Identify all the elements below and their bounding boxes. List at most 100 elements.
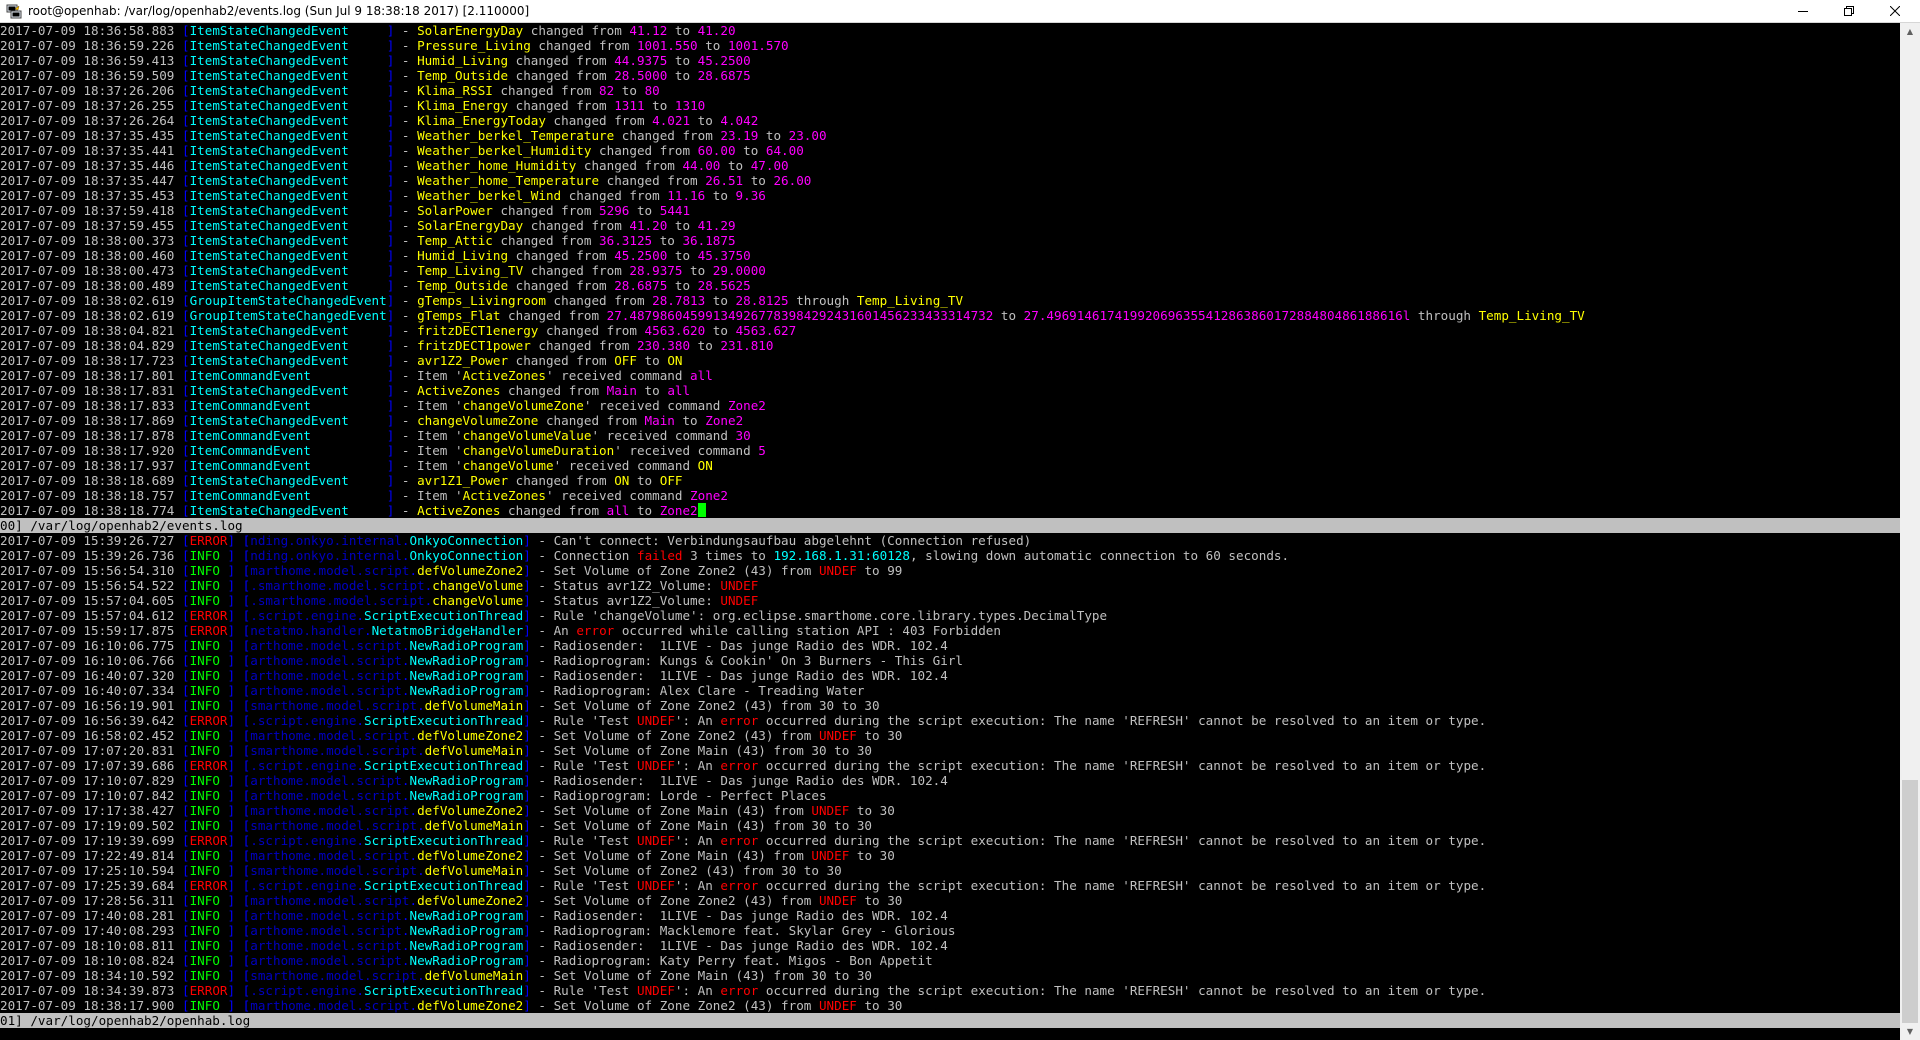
log-segment: 2017-07-09 17:19:09.502: [0, 818, 182, 833]
log-segment: 2017-07-09 18:34:39.873: [0, 983, 182, 998]
log-segment: .: [409, 893, 418, 908]
log-segment: ItemStateChangedEvent: [189, 233, 387, 248]
log-segment: UNDEF: [636, 833, 675, 848]
events-log-line: 2017-07-09 18:36:59.413 [ItemStateChange…: [0, 53, 1900, 68]
log-segment: - Set Volume of Zone Main (43) from 30 t…: [538, 743, 873, 758]
log-segment: changed from: [508, 278, 615, 293]
log-segment: 2017-07-09 17:17:38.427: [0, 803, 182, 818]
openhab-log-line: 2017-07-09 16:40:07.320 [INFO ] [arthome…: [0, 668, 1900, 683]
log-segment: to: [629, 203, 660, 218]
log-segment: ]: [523, 893, 539, 908]
log-segment: - Set Volume of Zone Main (43) from 30 t…: [538, 968, 873, 983]
log-segment: .: [401, 548, 410, 563]
log-segment: Temp_Living_TV: [856, 293, 964, 308]
log-segment: INFO: [189, 848, 228, 863]
log-segment: 28.9375: [629, 263, 683, 278]
log-segment: ]: [386, 53, 402, 68]
log-segment: Weather_berkel_Wind: [417, 188, 562, 203]
log-segment: ]: [386, 398, 402, 413]
log-segment: .: [356, 713, 364, 728]
log-segment: - Item ': [401, 428, 463, 443]
log-segment: - Rule 'Test: [538, 833, 637, 848]
log-segment: ERROR: [189, 713, 228, 728]
log-segment: [: [181, 803, 190, 818]
log-segment: ERROR: [189, 623, 228, 638]
openhab-log-line: 2017-07-09 16:58:02.452 [INFO ] [marthom…: [0, 728, 1900, 743]
log-segment: defVolumeZone2: [417, 563, 524, 578]
log-segment: ItemStateChangedEvent: [189, 128, 387, 143]
events-log-line: 2017-07-09 18:38:02.619 [GroupItemStateC…: [0, 308, 1900, 323]
vertical-scrollbar[interactable]: ▲ ▼: [1900, 23, 1920, 1040]
restore-button[interactable]: [1826, 0, 1872, 22]
scrollbar-thumb[interactable]: [1902, 780, 1918, 1023]
scroll-up-arrow-icon[interactable]: ▲: [1900, 23, 1920, 40]
log-segment: INFO: [189, 938, 228, 953]
log-segment: error: [720, 758, 759, 773]
minimize-button[interactable]: [1780, 0, 1826, 22]
log-segment: ScriptExecutionThread: [364, 713, 524, 728]
log-segment: .script.engine: [250, 983, 357, 998]
log-segment: 60.00: [697, 143, 736, 158]
log-segment: ]: [386, 428, 402, 443]
events-log-line: 2017-07-09 18:38:04.829 [ItemStateChange…: [0, 338, 1900, 353]
log-segment: defVolumeZone2: [417, 893, 524, 908]
log-segment: to: [614, 83, 645, 98]
log-segment: 2017-07-09 15:39:26.736: [0, 548, 182, 563]
log-segment: [: [181, 743, 190, 758]
log-segment: [: [181, 758, 190, 773]
log-segment: INFO: [189, 728, 228, 743]
log-segment: changed from: [576, 158, 683, 173]
log-segment: [: [181, 548, 190, 563]
log-segment: -: [401, 218, 418, 233]
log-segment: 2017-07-09 16:40:07.320: [0, 668, 182, 683]
log-segment: 2017-07-09 18:37:59.418: [0, 203, 182, 218]
log-segment: OFF: [614, 353, 637, 368]
log-segment: ]: [386, 23, 402, 38]
log-segment: .: [401, 653, 410, 668]
log-segment: to 30: [849, 803, 895, 818]
log-segment: 2017-07-09 17:07:39.686: [0, 758, 182, 773]
log-segment: 2017-07-09 18:36:58.883: [0, 23, 182, 38]
log-segment: ]: [523, 848, 539, 863]
log-segment: Temp_Living_TV: [417, 263, 524, 278]
log-segment: through: [1410, 308, 1479, 323]
log-segment: 2017-07-09 18:37:26.206: [0, 83, 182, 98]
close-button[interactable]: [1872, 0, 1918, 22]
openhab-log-line: 2017-07-09 15:56:54.522 [INFO ] [.smarth…: [0, 578, 1900, 593]
log-segment: Main: [644, 413, 675, 428]
log-segment: ]: [523, 908, 539, 923]
log-segment: marthome.model.script: [250, 563, 410, 578]
log-segment: ]: [386, 143, 402, 158]
log-segment: NewRadioProgram: [409, 938, 524, 953]
log-segment: 2017-07-09 18:38:17.900: [0, 998, 182, 1013]
log-segment: to: [674, 413, 706, 428]
log-segment: 23.19: [720, 128, 759, 143]
log-segment: ]: [523, 758, 539, 773]
log-segment: OnkyoConnection: [409, 548, 524, 563]
events-log-line: 2017-07-09 18:37:35.453 [ItemStateChange…: [0, 188, 1900, 203]
log-segment: 2017-07-09 18:38:04.821: [0, 323, 182, 338]
log-segment: changed from: [614, 128, 721, 143]
log-segment: defVolumeZone2: [417, 803, 524, 818]
events-log-line: 2017-07-09 18:38:17.920 [ItemCommandEven…: [0, 443, 1900, 458]
log-segment: ] [: [227, 968, 251, 983]
log-segment: NewRadioProgram: [409, 653, 524, 668]
log-segment: ActiveZones: [417, 503, 501, 518]
log-segment: ItemStateChangedEvent: [189, 323, 387, 338]
putty-icon[interactable]: [6, 4, 22, 19]
terminal-screen[interactable]: 2017-07-09 18:36:58.883 [ ItemStateChange…: [0, 23, 1900, 1040]
log-segment: [: [181, 683, 190, 698]
log-segment: changeVolumeZone: [462, 398, 584, 413]
log-segment: 2017-07-09 18:38:18.689: [0, 473, 182, 488]
scroll-down-arrow-icon[interactable]: ▼: [1900, 1023, 1920, 1040]
log-segment: .: [363, 623, 372, 638]
events-log-line: 2017-07-09 18:37:26.206 [ItemStateChange…: [0, 83, 1900, 98]
log-segment: 2017-07-09 15:39:26.727: [0, 533, 182, 548]
log-segment: changed from: [508, 68, 615, 83]
log-segment: NewRadioProgram: [409, 788, 524, 803]
log-segment: changeVolume: [432, 578, 524, 593]
log-segment: changed from: [492, 83, 600, 98]
log-segment: changed from: [508, 98, 615, 113]
log-segment: INFO: [189, 893, 228, 908]
log-segment: - Set Volume of Zone2 (43) from 30 to 30: [538, 863, 842, 878]
